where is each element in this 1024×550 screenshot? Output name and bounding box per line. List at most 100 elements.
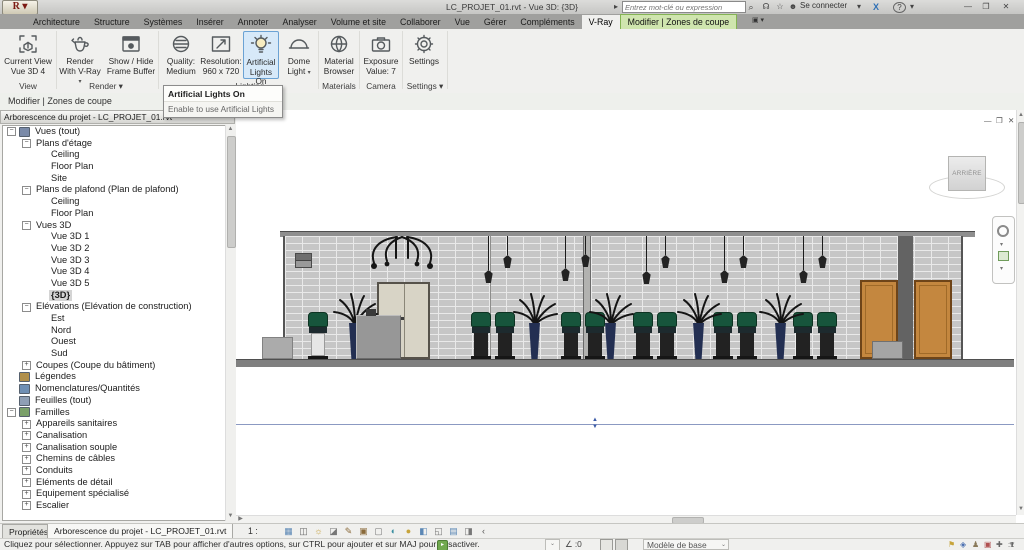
tab-ins-rer[interactable]: Insérer bbox=[189, 15, 230, 30]
chair[interactable] bbox=[561, 312, 581, 359]
chair[interactable] bbox=[817, 312, 837, 359]
reveal-hidden-elements-icon[interactable]: ● bbox=[402, 525, 415, 538]
dome-light-button[interactable]: DomeLight ▾ bbox=[281, 31, 317, 79]
expand-icon[interactable]: + bbox=[22, 420, 31, 429]
scroll-down-icon[interactable]: ▼ bbox=[226, 512, 235, 521]
zoom-region-icon[interactable] bbox=[998, 251, 1009, 261]
tab-project-browser[interactable]: Arborescence du projet - LC_PROJET_01.rv… bbox=[47, 524, 233, 539]
scroll-thumb[interactable] bbox=[227, 136, 236, 248]
tab-contextual-modify[interactable]: Modifier | Zones de coupe bbox=[620, 14, 738, 29]
viewport-horizontal-scrollbar[interactable]: ▶ bbox=[236, 515, 1016, 523]
tree-item[interactable]: Ouest bbox=[3, 336, 233, 348]
collapse-viewbar-icon[interactable]: ‹ bbox=[477, 525, 490, 538]
scroll-up-icon[interactable]: ▲ bbox=[226, 125, 235, 134]
wall-vent[interactable] bbox=[295, 253, 312, 268]
palm-plant[interactable] bbox=[757, 291, 805, 327]
wood-door-right[interactable] bbox=[914, 280, 952, 359]
steering-wheel-icon[interactable] bbox=[997, 225, 1009, 237]
help-dropdown-icon[interactable]: ▾ bbox=[908, 1, 916, 13]
maximize-button[interactable]: ❐ bbox=[978, 0, 994, 13]
exposure-value-7-button[interactable]: ExposureValue: 7 bbox=[360, 31, 402, 79]
visual-style-icon[interactable]: ◫ bbox=[297, 525, 310, 538]
tab-volume-et-site[interactable]: Volume et site bbox=[324, 15, 393, 30]
select-box-icon[interactable]: ▣ bbox=[984, 539, 992, 550]
settings-button[interactable]: Settings bbox=[403, 31, 445, 79]
crop-view-icon[interactable]: ▣ bbox=[357, 525, 370, 538]
design-option-dropdown[interactable]: Modèle de base⌄ bbox=[643, 539, 729, 550]
wheel-dropdown-icon[interactable]: ▾ bbox=[1000, 241, 1003, 248]
ribbon-display-toggle-icon[interactable]: ▣ ▾ bbox=[752, 16, 772, 27]
tab-v-ray[interactable]: V-Ray bbox=[582, 15, 620, 30]
tree-item[interactable]: +Appareils sanitaires bbox=[3, 418, 233, 430]
expand-icon[interactable]: + bbox=[22, 455, 31, 464]
tree-item[interactable]: +Canalisation bbox=[3, 430, 233, 442]
zoom-dropdown-icon[interactable]: ▾ bbox=[1000, 265, 1003, 272]
viewport-vertical-scrollbar[interactable]: ▲ ▼ bbox=[1016, 110, 1024, 515]
editing-requests-icon[interactable] bbox=[600, 539, 613, 550]
palm-plant[interactable] bbox=[511, 291, 559, 327]
favorites-star-icon[interactable]: ☆ bbox=[774, 1, 786, 13]
current-view-vue-3d-4-button[interactable]: Current ViewVue 3D 4 bbox=[2, 31, 54, 79]
collapse-icon[interactable]: − bbox=[7, 127, 16, 136]
desk-item[interactable] bbox=[366, 309, 376, 316]
tree-item[interactable]: Ceiling bbox=[3, 196, 233, 208]
tree-item[interactable]: Est bbox=[3, 313, 233, 325]
analytical-model-icon[interactable]: ◨ bbox=[462, 525, 475, 538]
material-browser-button[interactable]: MaterialBrowser bbox=[319, 31, 359, 79]
minimize-button[interactable]: — bbox=[960, 0, 976, 13]
navigation-bar[interactable]: ▾ ▾ bbox=[992, 216, 1015, 284]
view-restore-icon[interactable]: ❐ bbox=[996, 116, 1003, 125]
help-icon[interactable]: ? bbox=[893, 2, 906, 13]
tree-item[interactable]: +Canalisation souple bbox=[3, 442, 233, 454]
expand-icon[interactable]: + bbox=[22, 466, 31, 475]
links-monitor-icon[interactable]: ◈ bbox=[960, 539, 966, 550]
wrought-iron-sconce[interactable] bbox=[352, 236, 452, 276]
scroll-up-icon[interactable]: ▲ bbox=[1017, 111, 1024, 120]
drawing-area[interactable]: — ❐ ✕ ARRIÈRE ▾ ▾ bbox=[236, 110, 1016, 515]
scroll-thumb[interactable] bbox=[1018, 122, 1024, 204]
expand-icon[interactable]: + bbox=[22, 431, 31, 440]
tree-item[interactable]: +Eléments de détail bbox=[3, 477, 233, 489]
tab-syst-mes[interactable]: Systèmes bbox=[137, 15, 190, 30]
low-cabinet[interactable] bbox=[872, 341, 903, 359]
temporary-hide-isolate-icon[interactable]: ◐ bbox=[387, 525, 400, 538]
shadows-icon[interactable]: ◪ bbox=[327, 525, 340, 538]
artificial-lights-on-button[interactable]: ArtificialLights On bbox=[243, 31, 279, 79]
close-button[interactable]: ✕ bbox=[998, 0, 1014, 13]
tree-item[interactable]: +Conduits bbox=[3, 465, 233, 477]
tree-item[interactable]: Vue 3D 2 bbox=[3, 243, 233, 255]
expand-icon[interactable]: + bbox=[22, 490, 31, 499]
show-hide-frame-buffer-button[interactable]: Show / HideFrame Buffer bbox=[104, 31, 158, 79]
view-close-icon[interactable]: ✕ bbox=[1008, 116, 1014, 125]
chair[interactable] bbox=[657, 312, 677, 359]
chair[interactable] bbox=[308, 312, 328, 359]
tree-item[interactable]: Vue 3D 5 bbox=[3, 278, 233, 290]
view-minimize-icon[interactable]: — bbox=[984, 116, 992, 125]
constraints-icon[interactable]: ▤ bbox=[447, 525, 460, 538]
chair[interactable] bbox=[737, 312, 757, 359]
palm-plant[interactable] bbox=[587, 291, 635, 327]
tab-annoter[interactable]: Annoter bbox=[231, 15, 276, 30]
expand-icon[interactable]: + bbox=[22, 501, 31, 510]
palm-plant[interactable] bbox=[675, 291, 723, 327]
resolution-960-x-720-button[interactable]: Resolution:960 x 720 bbox=[198, 31, 244, 79]
tree-item[interactable]: Vue 3D 4 bbox=[3, 266, 233, 278]
search-icon[interactable]: ⌕ bbox=[745, 1, 757, 13]
tab-architecture[interactable]: Architecture bbox=[26, 15, 87, 30]
chair[interactable] bbox=[308, 312, 328, 359]
tree-item[interactable]: Légendes bbox=[3, 371, 233, 383]
communication-center-icon[interactable]: ☊ bbox=[760, 1, 772, 13]
expand-icon[interactable]: + bbox=[22, 478, 31, 487]
tab-vue[interactable]: Vue bbox=[448, 15, 477, 30]
scroll-down-icon[interactable]: ▼ bbox=[1017, 505, 1024, 514]
tree-item[interactable]: Nord bbox=[3, 325, 233, 337]
tree-item[interactable]: Sud bbox=[3, 348, 233, 360]
tree-item[interactable]: −Plans de plafond (Plan de plafond) bbox=[3, 184, 233, 196]
viewcube[interactable]: ARRIÈRE bbox=[948, 156, 986, 191]
show-crop-region-icon[interactable]: ▢ bbox=[372, 525, 385, 538]
tree-item[interactable]: Vue 3D 3 bbox=[3, 255, 233, 267]
tree-scrollbar[interactable]: ▲ ▼ bbox=[225, 125, 235, 521]
borrowers-icon[interactable]: ♟ bbox=[972, 539, 979, 550]
signin-dropdown-icon[interactable]: ▾ bbox=[855, 1, 863, 13]
tree-item[interactable]: −Familles bbox=[3, 407, 233, 419]
